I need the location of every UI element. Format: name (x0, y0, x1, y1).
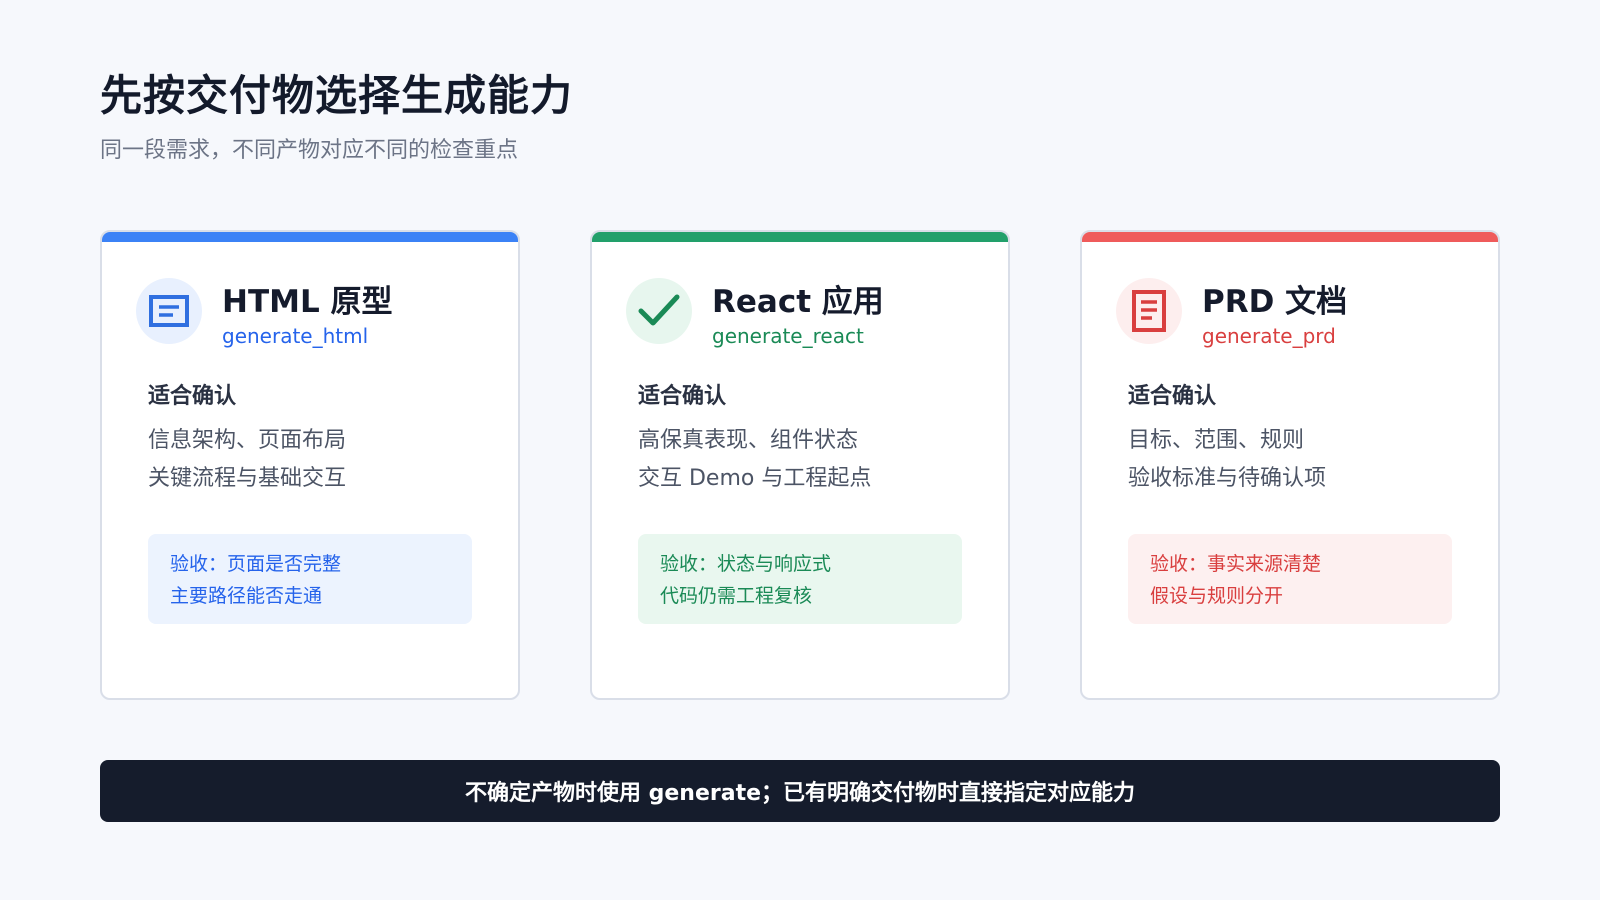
fit-list: 高保真表现、组件状态 交互 Demo 与工程起点 (638, 422, 871, 498)
acceptance-box: 验收：事实来源清楚 假设与规则分开 (1128, 534, 1452, 624)
check-icon (626, 278, 692, 344)
acceptance-line: 假设与规则分开 (1150, 585, 1284, 607)
document-lines-icon (1116, 278, 1182, 344)
fit-list: 信息架构、页面布局 关键流程与基础交互 (148, 422, 346, 498)
acceptance-line: 代码仍需工程复核 (660, 585, 813, 607)
card-function-name: generate_html (222, 324, 369, 348)
fit-title: 适合确认 (638, 384, 727, 409)
card-function-name: generate_react (712, 324, 864, 348)
acceptance-line: 验收：状态与响应式 (660, 553, 832, 575)
card-accent-bar (1082, 232, 1498, 242)
acceptance-box: 验收：页面是否完整 主要路径能否走通 (148, 534, 472, 624)
fit-line: 信息架构、页面布局 (148, 428, 347, 453)
fit-title: 适合确认 (1128, 384, 1217, 409)
fit-line: 验收标准与待确认项 (1128, 466, 1327, 491)
fit-list: 目标、范围、规则 验收标准与待确认项 (1128, 422, 1326, 498)
fit-line: 交互 Demo 与工程起点 (638, 466, 872, 491)
fit-line: 关键流程与基础交互 (148, 466, 347, 491)
footer-banner: 不确定产物时使用 generate；已有明确交付物时直接指定对应能力 (100, 760, 1500, 822)
card-title: React 应用 (712, 284, 884, 320)
acceptance-line: 验收：事实来源清楚 (1150, 553, 1322, 575)
card-title: PRD 文档 (1202, 284, 1348, 320)
card-accent-bar (592, 232, 1008, 242)
card-prd-document: PRD 文档 generate_prd 适合确认 目标、范围、规则 验收标准与待… (1080, 230, 1500, 700)
fit-line: 目标、范围、规则 (1128, 428, 1305, 453)
acceptance-line: 验收：页面是否完整 (170, 553, 342, 575)
card-function-name: generate_prd (1202, 324, 1336, 348)
slide: 先按交付物选择生成能力 同一段需求，不同产物对应不同的检查重点 HTML 原型 … (0, 0, 1600, 900)
page-subtitle: 同一段需求，不同产物对应不同的检查重点 (100, 138, 519, 163)
card-html-prototype: HTML 原型 generate_html 适合确认 信息架构、页面布局 关键流… (100, 230, 520, 700)
document-window-icon (136, 278, 202, 344)
fit-title: 适合确认 (148, 384, 237, 409)
acceptance-box: 验收：状态与响应式 代码仍需工程复核 (638, 534, 962, 624)
page-title: 先按交付物选择生成能力 (100, 71, 574, 120)
card-accent-bar (102, 232, 518, 242)
card-react-app: React 应用 generate_react 适合确认 高保真表现、组件状态 … (590, 230, 1010, 700)
fit-line: 高保真表现、组件状态 (638, 428, 859, 453)
card-title: HTML 原型 (222, 284, 393, 320)
acceptance-line: 主要路径能否走通 (170, 585, 323, 607)
